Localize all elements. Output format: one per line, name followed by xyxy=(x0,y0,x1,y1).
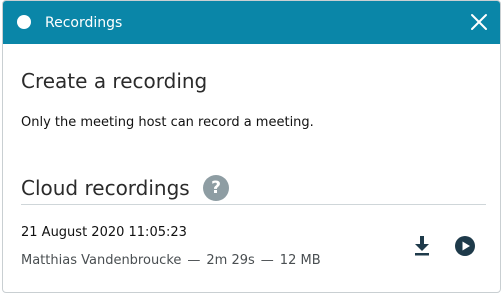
play-button[interactable] xyxy=(454,235,476,257)
recording-date: 21 August 2020 11:05:23 xyxy=(21,225,187,240)
create-recording-description: Only the meeting host can record a meeti… xyxy=(21,115,314,130)
help-icon[interactable]: ? xyxy=(203,175,229,201)
status-dot-icon xyxy=(17,15,31,29)
cloud-recordings-heading: Cloud recordings xyxy=(21,176,190,200)
recording-meta: Matthias Vandenbroucke — 2m 29s — 12 MB xyxy=(21,252,321,270)
close-icon xyxy=(471,14,487,30)
meta-separator: — xyxy=(187,253,201,268)
download-button[interactable] xyxy=(412,235,432,257)
play-icon xyxy=(455,236,475,256)
close-button[interactable] xyxy=(466,9,492,35)
section-divider xyxy=(21,204,486,205)
download-icon xyxy=(415,236,429,256)
recordings-dialog: Recordings Create a recording Only the m… xyxy=(2,0,501,293)
recording-duration: 2m 29s xyxy=(206,253,255,268)
recording-size: 12 MB xyxy=(279,253,321,268)
create-recording-heading: Create a recording xyxy=(21,69,208,93)
dialog-title: Recordings xyxy=(45,15,123,31)
dialog-titlebar: Recordings xyxy=(3,1,500,44)
recording-owner: Matthias Vandenbroucke xyxy=(21,253,182,268)
meta-separator: — xyxy=(260,253,274,268)
